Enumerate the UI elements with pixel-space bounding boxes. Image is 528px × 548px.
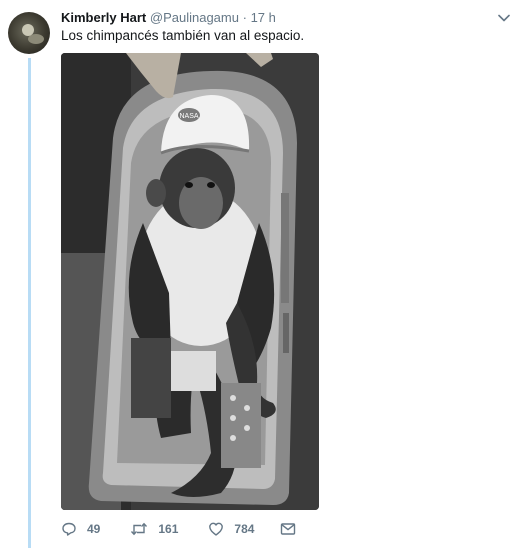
tweet-text: Los chimpancés también van al espacio. [61,28,305,43]
like-count: 784 [234,522,255,536]
author-name[interactable]: Kimberly Hart [61,10,146,25]
avatar[interactable] [8,12,50,54]
reply-button[interactable]: 49 [61,521,100,537]
retweet-button[interactable]: 161 [130,521,178,537]
retweet-icon [131,522,148,536]
message-icon [281,523,296,535]
tweet-timestamp[interactable]: 17 h [251,10,276,25]
tweet-header: Kimberly Hart @Paulinagamu · 17 h [61,10,276,25]
tweet-actions: 49 161 784 [61,519,334,539]
like-icon [209,522,224,536]
thread-line [28,58,31,548]
reply-count: 49 [87,522,101,536]
helmet-logo: NASA [179,113,198,120]
like-button[interactable]: 784 [208,521,254,537]
author-handle[interactable]: @Paulinagamu [150,10,239,25]
tweet-photo[interactable]: NASA [61,53,319,510]
header-separator: · [242,10,247,25]
retweet-count: 161 [158,522,179,536]
message-button[interactable] [280,522,306,536]
chimpanzee-capsule-photo: NASA [61,53,319,510]
chevron-down-icon[interactable] [496,10,512,26]
reply-icon [62,522,76,536]
